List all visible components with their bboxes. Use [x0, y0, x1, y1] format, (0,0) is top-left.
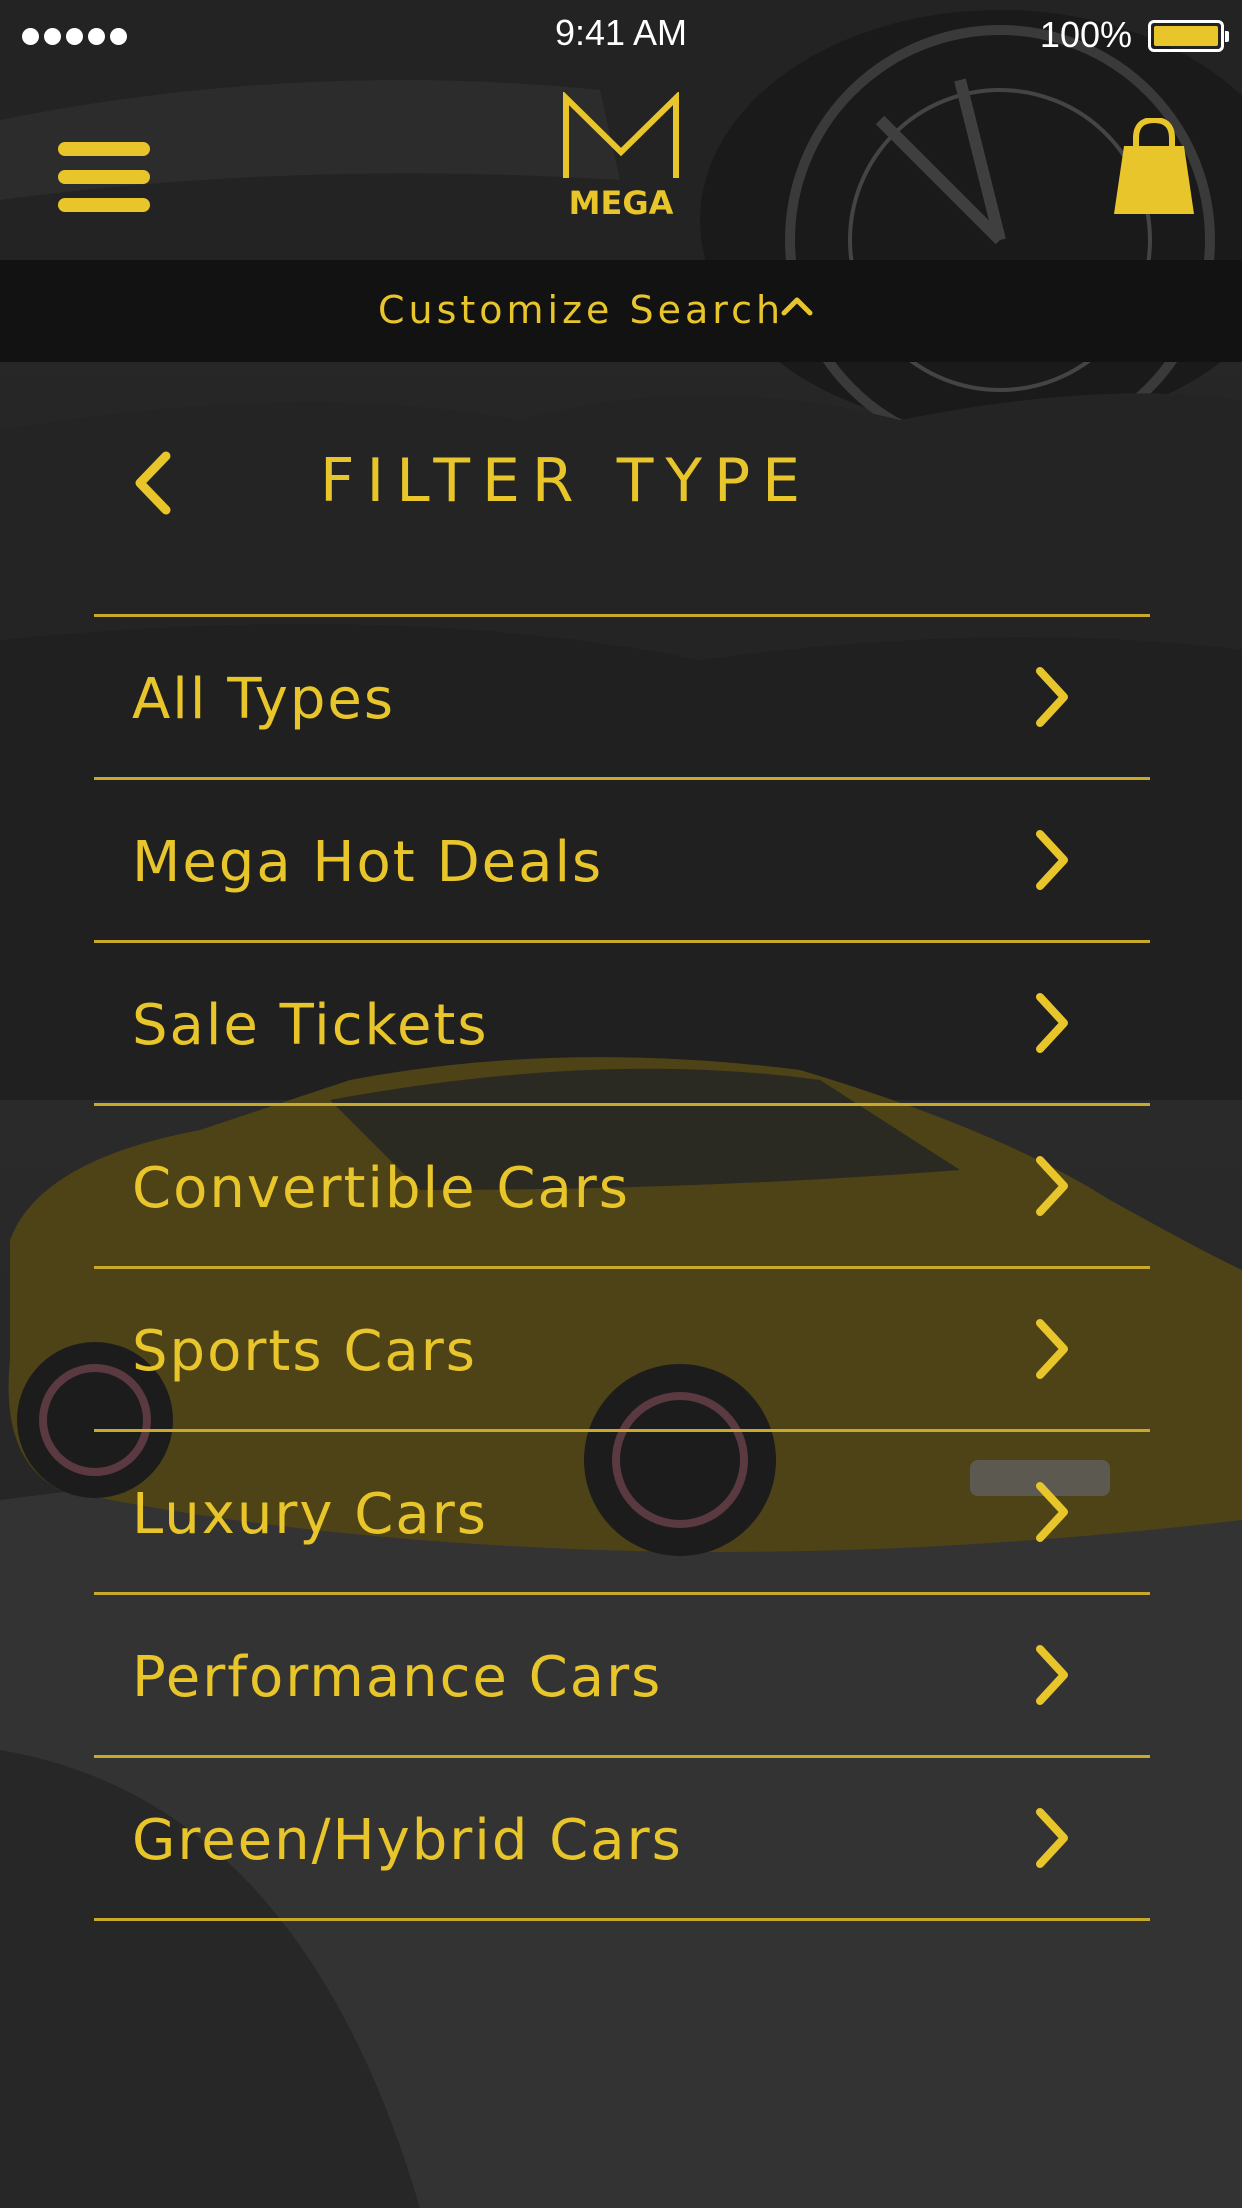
filter-item-label: Luxury Cars [132, 1482, 488, 1547]
m-logo-icon [563, 90, 679, 178]
chevron-right-icon [1036, 1645, 1068, 1705]
filter-item-sports-cars[interactable]: Sports Cars [94, 1266, 1150, 1429]
chevron-right-icon [1036, 1482, 1068, 1542]
battery-percent: 100% [1039, 14, 1132, 55]
hamburger-menu-icon[interactable] [58, 140, 150, 214]
customize-search-bar[interactable]: Customize Search [0, 260, 1242, 362]
mega-logo[interactable]: MEGA [560, 90, 682, 222]
filter-item-mega-hot-deals[interactable]: Mega Hot Deals [94, 777, 1150, 940]
chevron-right-icon [1036, 1808, 1068, 1868]
filter-item-sale-tickets[interactable]: Sale Tickets [94, 940, 1150, 1103]
filter-item-label: Performance Cars [132, 1645, 663, 1710]
filter-item-green-hybrid-cars[interactable]: Green/Hybrid Cars [94, 1755, 1150, 1921]
filter-item-label: All Types [132, 667, 396, 732]
filter-item-label: Mega Hot Deals [132, 830, 604, 895]
filter-item-luxury-cars[interactable]: Luxury Cars [94, 1429, 1150, 1592]
chevron-right-icon [1036, 1319, 1068, 1379]
chevron-right-icon [1036, 993, 1068, 1053]
customize-search-label: Customize Search [377, 288, 785, 332]
page-title: FILTER TYPE [320, 446, 813, 516]
filter-item-label: Sports Cars [132, 1319, 477, 1384]
status-bar: 9:41 AM 100% [0, 0, 1242, 72]
chevron-right-icon [1036, 667, 1068, 727]
chevron-up-icon[interactable] [780, 294, 814, 316]
filter-type-list: All Types Mega Hot Deals Sale Tickets Co… [94, 614, 1150, 1921]
chevron-left-icon[interactable] [128, 448, 178, 518]
logo-word: MEGA [568, 184, 674, 222]
battery-icon [1148, 20, 1229, 52]
filter-item-label: Sale Tickets [132, 993, 489, 1058]
chevron-right-icon [1036, 830, 1068, 890]
filter-item-convertible-cars[interactable]: Convertible Cars [94, 1103, 1150, 1266]
shopping-bag-icon[interactable] [1112, 116, 1196, 218]
filter-item-label: Convertible Cars [132, 1156, 630, 1221]
filter-item-performance-cars[interactable]: Performance Cars [94, 1592, 1150, 1755]
chevron-right-icon [1036, 1156, 1068, 1216]
filter-item-all-types[interactable]: All Types [94, 614, 1150, 777]
filter-item-label: Green/Hybrid Cars [132, 1808, 683, 1873]
